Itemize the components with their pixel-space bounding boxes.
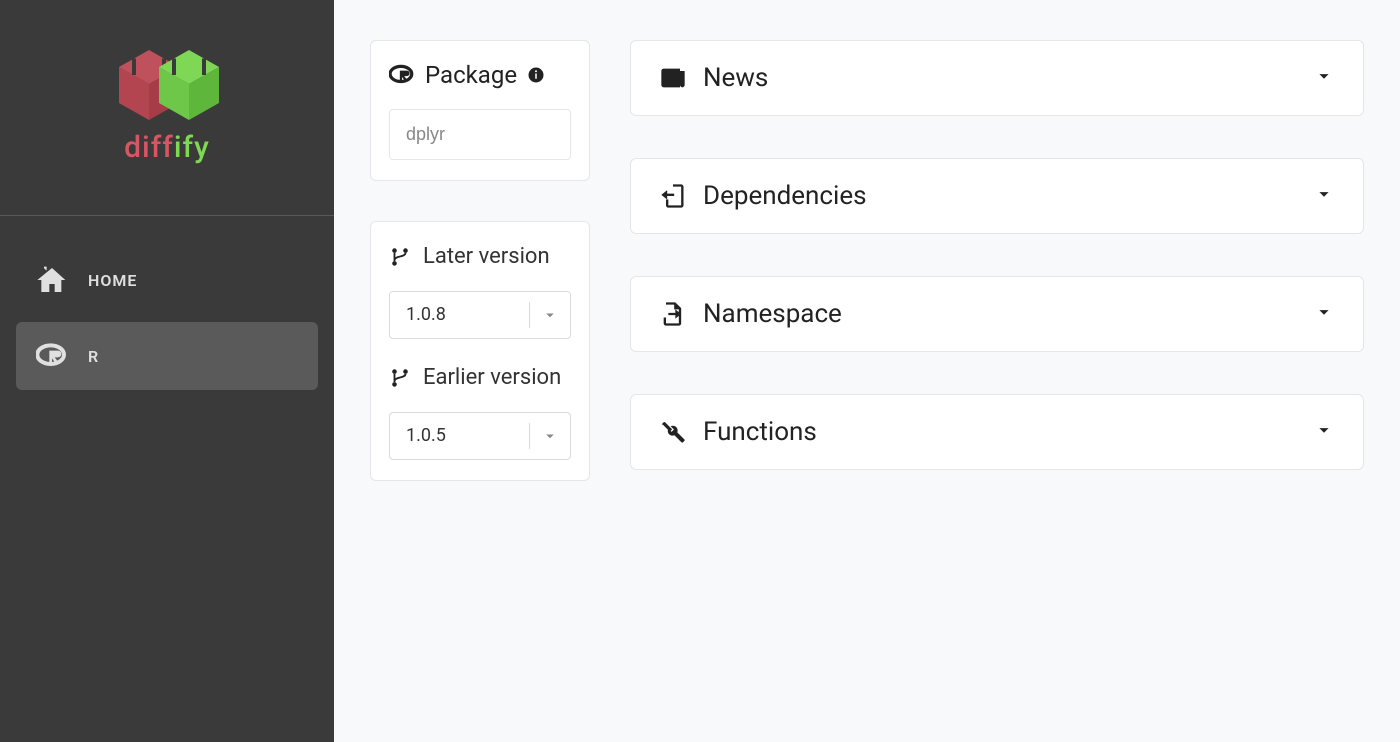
package-card-header: Package (389, 61, 571, 89)
logo-icon (97, 40, 237, 130)
nav-label-r: R (88, 347, 99, 366)
version-card: Later version 1.0.8 (370, 221, 590, 481)
panel-title: Functions (703, 417, 817, 447)
panels-column: News Dependencies (630, 40, 1364, 470)
sidebar: diffify HOME R (0, 0, 334, 742)
nav-item-home[interactable]: HOME (16, 246, 318, 314)
package-label: Package (425, 61, 517, 89)
earlier-version-select[interactable]: 1.0.5 (389, 412, 571, 460)
earlier-version-value: 1.0.5 (390, 425, 529, 446)
file-import-icon (659, 182, 687, 210)
later-version-value: 1.0.8 (390, 304, 529, 325)
newspaper-icon (659, 64, 687, 92)
panel-namespace[interactable]: Namespace (630, 276, 1364, 352)
chevron-down-icon (530, 306, 570, 324)
chevron-down-icon (530, 427, 570, 445)
file-export-icon (659, 300, 687, 328)
brand-part1: diff (124, 130, 174, 165)
chevron-down-icon (1313, 65, 1335, 91)
panel-functions[interactable]: Functions (630, 394, 1364, 470)
later-version-label: Later version (389, 242, 571, 273)
panel-title: News (703, 63, 768, 93)
logo-text: diffify (124, 130, 210, 165)
panel-title: Namespace (703, 299, 842, 329)
branch-icon (389, 246, 411, 268)
logo-area: diffify (0, 0, 334, 216)
r-lang-icon (36, 340, 68, 372)
package-input[interactable] (389, 109, 571, 160)
info-icon[interactable] (527, 66, 545, 84)
nav-item-r[interactable]: R (16, 322, 318, 390)
later-version-select[interactable]: 1.0.8 (389, 291, 571, 339)
nav: HOME R (0, 216, 334, 398)
chevron-down-icon (1313, 301, 1335, 327)
earlier-version-label: Earlier version (389, 363, 571, 394)
panel-news[interactable]: News (630, 40, 1364, 116)
package-card: Package (370, 40, 590, 181)
brand-part2: ify (174, 130, 210, 165)
branch-icon (389, 367, 411, 389)
panel-title: Dependencies (703, 181, 867, 211)
panel-dependencies[interactable]: Dependencies (630, 158, 1364, 234)
chevron-down-icon (1313, 419, 1335, 445)
r-lang-icon (389, 62, 415, 88)
home-icon (36, 264, 68, 296)
later-version-section: Later version 1.0.8 (389, 242, 571, 339)
controls-column: Package (370, 40, 590, 481)
earlier-version-section: Earlier version 1.0.5 (389, 363, 571, 460)
tools-icon (659, 418, 687, 446)
chevron-down-icon (1313, 183, 1335, 209)
main: Package (334, 0, 1400, 742)
nav-label-home: HOME (88, 271, 137, 290)
